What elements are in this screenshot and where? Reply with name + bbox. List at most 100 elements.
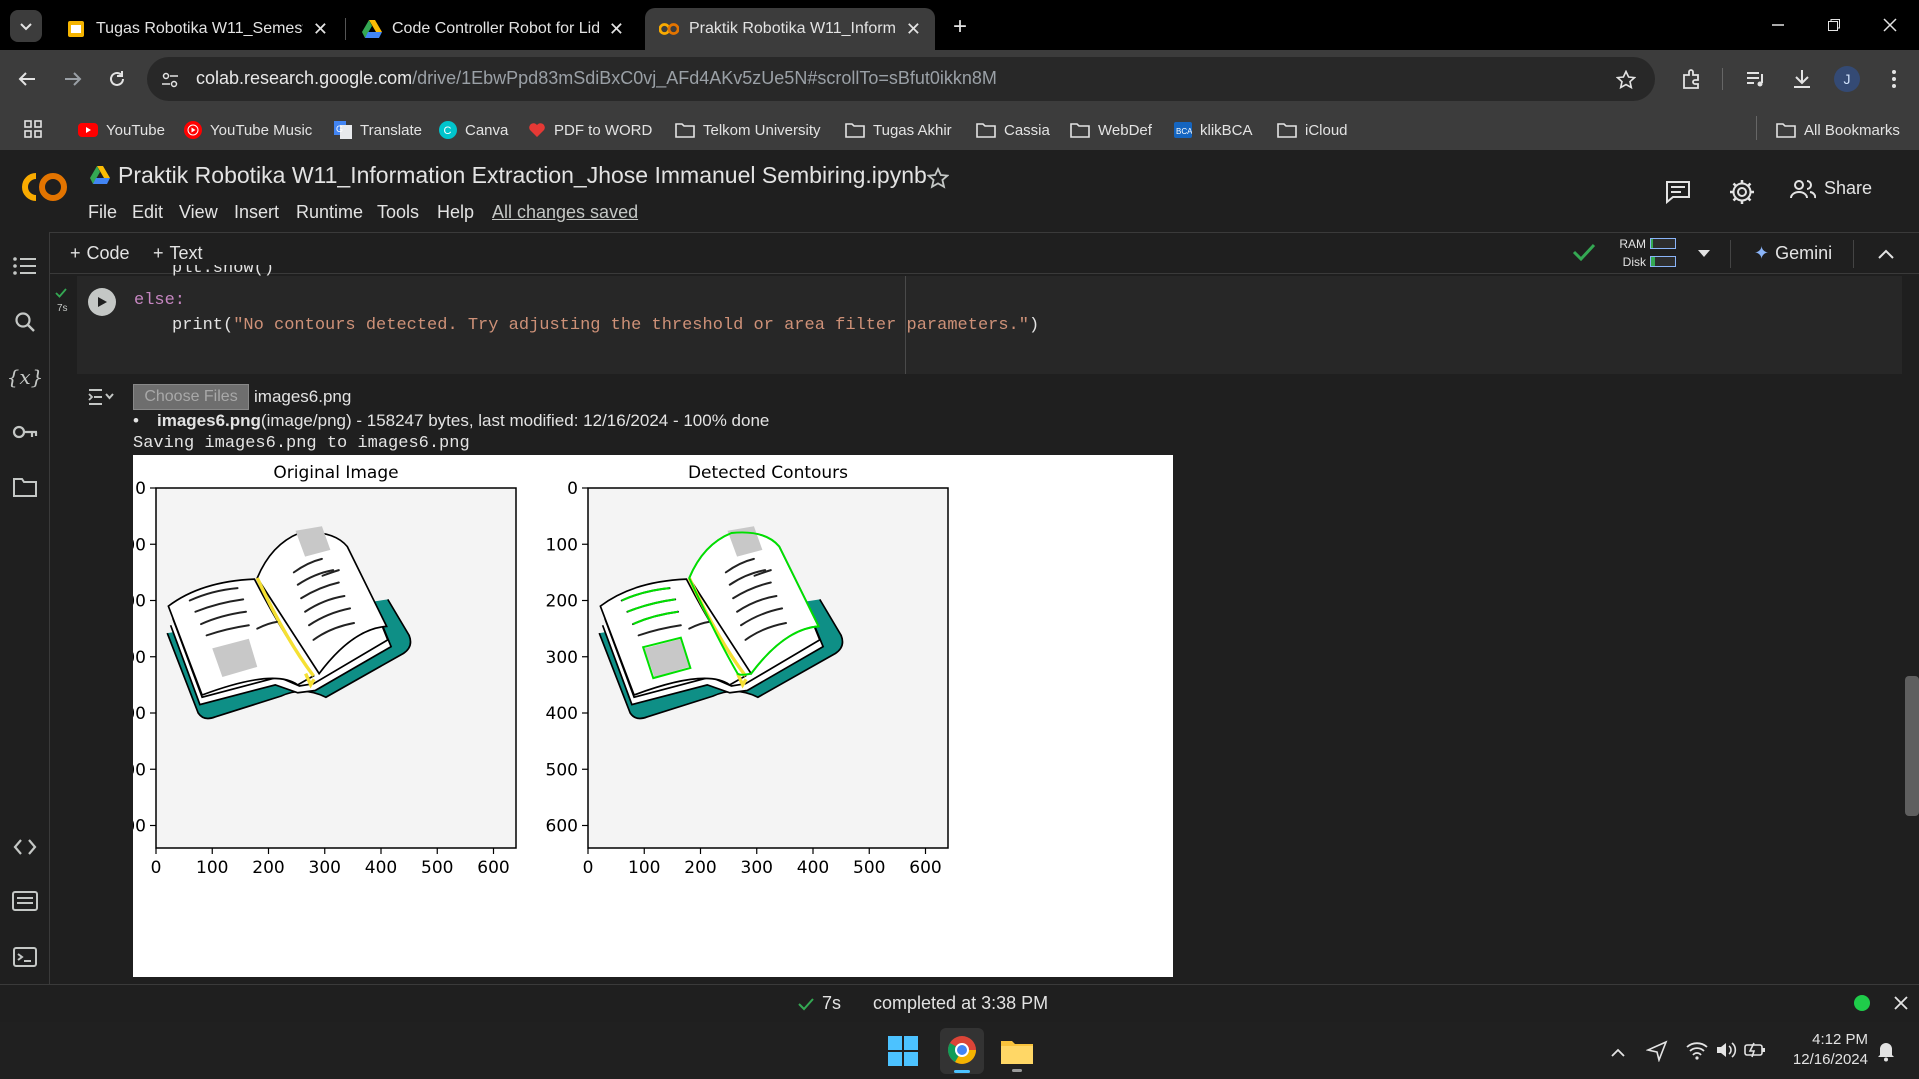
ram-meter[interactable] [1650, 238, 1676, 249]
bookmark-youtube-music[interactable]: YouTube Music [184, 115, 312, 145]
url-text[interactable]: colab.research.google.com/drive/1EbwPpd8… [196, 68, 997, 89]
menu-help[interactable]: Help [437, 202, 474, 223]
add-text-cell-button[interactable]: + Text [153, 243, 203, 264]
back-button[interactable] [10, 62, 44, 96]
restore-button[interactable] [1806, 0, 1862, 50]
output-actions-button[interactable] [86, 382, 116, 412]
arrow-left-icon [18, 72, 35, 86]
bullet: • [133, 411, 139, 430]
execution-status[interactable]: 7s completed at 3:38 PM [798, 993, 1048, 1014]
show-hidden-icons-button[interactable] [1606, 1040, 1630, 1064]
menu-insert[interactable]: Insert [234, 202, 279, 223]
bookmark-folder-telkom[interactable]: Telkom University [675, 115, 821, 145]
share-button[interactable]: Share [1790, 178, 1872, 199]
scrollbar-thumb[interactable] [1905, 676, 1919, 816]
reload-button[interactable] [100, 62, 134, 96]
code-paren: ) [1028, 316, 1040, 335]
playlist-icon [1747, 72, 1763, 87]
volume-icon[interactable] [1715, 1040, 1737, 1060]
x-tick-label: 300 [741, 858, 773, 878]
taskbar-chrome-button[interactable] [940, 1028, 984, 1074]
heart-icon [529, 123, 545, 137]
secrets-button[interactable] [8, 415, 42, 449]
svg-text:C: C [444, 125, 452, 137]
menu-file[interactable]: File [88, 202, 117, 223]
bookmark-folder-icloud[interactable]: iCloud [1277, 115, 1348, 145]
profile-avatar[interactable]: J [1834, 66, 1860, 92]
ram-label: RAM [1619, 237, 1646, 251]
star-notebook-button[interactable] [924, 164, 952, 192]
site-info-icon[interactable] [158, 68, 182, 92]
comments-button[interactable] [1660, 174, 1696, 210]
command-palette-button[interactable] [8, 884, 42, 918]
browser-tab[interactable]: Code Controller Robot for Lidar ✕ [348, 8, 638, 50]
bookmark-canva[interactable]: C Canva [439, 115, 508, 145]
notification-bell-icon[interactable] [1876, 1040, 1896, 1062]
svg-text:BCA: BCA [1176, 127, 1192, 136]
menu-view[interactable]: View [179, 202, 218, 223]
close-window-button[interactable] [1862, 0, 1918, 50]
bookmark-translate[interactable]: G Translate [334, 115, 422, 145]
notebook-title[interactable]: Praktik Robotika W11_Information Extract… [118, 162, 927, 189]
menu-runtime[interactable]: Runtime [296, 202, 363, 223]
battery-icon[interactable] [1744, 1040, 1766, 1060]
extensions-button[interactable] [1676, 63, 1708, 95]
files-button[interactable] [8, 470, 42, 504]
bookmark-label: Telkom University [703, 121, 821, 139]
browser-tab[interactable]: Tugas Robotika W11_Semester ✕ [52, 8, 342, 50]
tab-search-button[interactable] [10, 10, 42, 42]
location-icon[interactable] [1646, 1040, 1668, 1062]
svg-text:G: G [336, 124, 343, 134]
find-button[interactable] [8, 305, 42, 339]
bookmark-youtube[interactable]: YouTube [78, 115, 165, 145]
media-controls-button[interactable] [1740, 63, 1772, 95]
all-bookmarks-button[interactable]: All Bookmarks [1776, 115, 1900, 145]
table-of-contents-button[interactable] [8, 249, 42, 283]
collapse-header-button[interactable] [1874, 242, 1898, 266]
bookmark-star-button[interactable] [1612, 66, 1640, 94]
close-status-button[interactable] [1890, 992, 1912, 1014]
close-icon[interactable]: ✕ [609, 19, 624, 40]
save-status-link[interactable]: All changes saved [492, 202, 638, 223]
minimize-button[interactable] [1750, 0, 1806, 50]
wifi-icon[interactable] [1686, 1040, 1708, 1060]
apps-button[interactable] [18, 114, 48, 144]
run-cell-button[interactable] [88, 288, 116, 316]
bookmark-pdf-to-word[interactable]: PDF to WORD [528, 115, 652, 145]
browser-tab-active[interactable]: Praktik Robotika W11_Informati ✕ [645, 8, 935, 50]
runtime-status-dot[interactable] [1854, 995, 1870, 1011]
disk-meter[interactable] [1650, 256, 1676, 267]
y-tick-label: 300 [133, 648, 146, 668]
puzzle-icon [1683, 69, 1699, 89]
folder-icon [976, 123, 996, 138]
chrome-menu-button[interactable] [1880, 63, 1908, 95]
add-code-cell-button[interactable]: + Code [70, 243, 130, 264]
x-tick-label: 100 [196, 858, 228, 878]
menu-edit[interactable]: Edit [132, 202, 163, 223]
y-tick-label: 300 [546, 648, 578, 668]
bookmark-folder-cassia[interactable]: Cassia [976, 115, 1050, 145]
variables-icon[interactable]: {x} [7, 360, 44, 394]
taskbar-clock[interactable]: 4:12 PM 12/16/2024 [1778, 1030, 1868, 1070]
colab-icon [659, 19, 679, 39]
runtime-dropdown-button[interactable] [1694, 244, 1714, 264]
bookmark-folder-webdef[interactable]: WebDef [1070, 115, 1152, 145]
choose-files-button[interactable]: Choose Files [133, 384, 249, 410]
menu-tools[interactable]: Tools [377, 202, 419, 223]
new-tab-button[interactable]: + [945, 12, 975, 42]
gemini-button[interactable]: ✦ Gemini [1754, 243, 1832, 264]
close-icon[interactable]: ✕ [313, 19, 328, 40]
terminal-button[interactable] [8, 940, 42, 974]
y-tick-label: 200 [546, 592, 578, 612]
code-snippets-button[interactable] [8, 830, 42, 864]
settings-button[interactable] [1724, 174, 1760, 210]
file-explorer-icon[interactable] [1000, 1036, 1034, 1072]
downloads-button[interactable] [1786, 63, 1818, 95]
bookmark-klikbca[interactable]: BCA klikBCA [1174, 115, 1253, 145]
windows-start-icon[interactable] [888, 1036, 918, 1066]
bookmark-folder-tugas-akhir[interactable]: Tugas Akhir [845, 115, 952, 145]
close-icon[interactable]: ✕ [906, 19, 921, 40]
colab-logo[interactable] [18, 170, 70, 204]
forward-button[interactable] [56, 62, 90, 96]
toolbar-divider [1730, 240, 1731, 268]
